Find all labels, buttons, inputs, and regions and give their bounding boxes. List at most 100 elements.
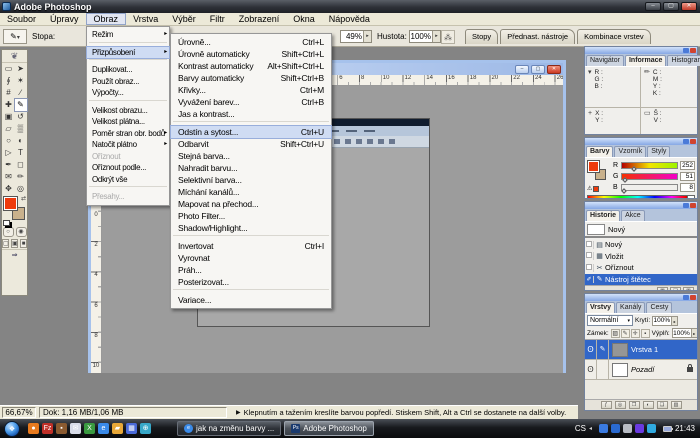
lock-toggle-icon[interactable]: ▨	[611, 329, 620, 338]
tool-button[interactable]: ✥	[3, 183, 15, 195]
menubar-item[interactable]: Nápověda	[322, 13, 377, 25]
maximize-button[interactable]: ▢	[663, 2, 679, 11]
start-button[interactable]: ❖	[4, 421, 20, 437]
tray-icon[interactable]	[635, 424, 644, 433]
palette-titlebar[interactable]	[585, 202, 697, 209]
menubar-item[interactable]: Okna	[286, 13, 322, 25]
lock-toggle-icon[interactable]: ✛	[631, 329, 640, 338]
submenu-item[interactable]: Stejná barva...	[171, 150, 331, 162]
doc-minimize-button[interactable]: –	[515, 65, 529, 74]
palette-tab[interactable]: Akce	[621, 210, 645, 221]
tool-button[interactable]: ▱	[3, 123, 15, 135]
palette-minimize-button[interactable]	[683, 48, 689, 53]
history-step[interactable]: ✐ ✎ Nástroj štětec	[585, 274, 697, 286]
tool-button[interactable]: ✎	[15, 99, 27, 111]
channel-slider[interactable]	[621, 184, 678, 191]
new-doc-from-state-button[interactable]: ▣	[657, 287, 668, 290]
white-chip[interactable]	[687, 196, 694, 198]
submenu-item[interactable]: Odstín a sytost...Ctrl+U	[171, 126, 331, 138]
quick-launch-icon[interactable]: ▦	[126, 423, 137, 434]
spinner-arrow-icon[interactable]: ▸	[363, 31, 371, 42]
menu-item[interactable]: Režim▸	[87, 29, 169, 41]
fill-input[interactable]: 100%▸	[672, 328, 697, 338]
submenu-item[interactable]: OdbarvitShift+Ctrl+U	[171, 138, 331, 150]
tool-button[interactable]: ✚	[3, 99, 15, 111]
menubar-item[interactable]: Zobrazení	[232, 13, 287, 25]
layer-edit-well[interactable]	[597, 360, 609, 379]
menubar-item[interactable]: Výběr	[165, 13, 203, 25]
tool-button[interactable]: ◎	[15, 183, 27, 195]
delete-layer-button[interactable]: ▥	[671, 401, 682, 409]
submenu-item[interactable]: Shadow/Highlight...	[171, 222, 331, 234]
taskbar-task-button[interactable]: Ps Adobe Photoshop	[284, 421, 374, 436]
submenu-item[interactable]: Jas a kontrast...	[171, 108, 331, 120]
layer-thumbnail[interactable]	[612, 363, 628, 377]
palette-tab[interactable]: Kanály	[616, 302, 645, 313]
submenu-item[interactable]: Úrovně...Ctrl+L	[171, 36, 331, 48]
new-layer-button[interactable]: ❏	[657, 401, 668, 409]
spinner-arrow-icon[interactable]: ▸	[432, 31, 440, 42]
menubar-item[interactable]: Filtr	[203, 13, 232, 25]
doc-close-button[interactable]: ✕	[547, 65, 561, 74]
menu-item[interactable]: Přizpůsobení▸	[87, 47, 169, 59]
doc-restore-button[interactable]: ▢	[531, 65, 545, 74]
visibility-eye-icon[interactable]: ʘ	[585, 360, 597, 379]
quick-launch-icon[interactable]: Fz	[42, 423, 53, 434]
opacity-input[interactable]: 100%▸	[652, 316, 678, 326]
menu-item[interactable]: ▸	[89, 59, 167, 62]
layer-mask-button[interactable]: ◎	[615, 401, 626, 409]
menu-item[interactable]: Oříznout▸	[87, 151, 169, 163]
tool-preset-picker[interactable]: ✎▾	[3, 29, 27, 44]
submenu-item[interactable]: Křivky...Ctrl+M	[171, 84, 331, 96]
foreground-color-swatch[interactable]	[4, 197, 17, 210]
hustota-input[interactable]: 100%▸	[409, 30, 441, 43]
color-spectrum-ramp[interactable]	[587, 195, 695, 198]
history-step[interactable]: ✂ Oříznout	[585, 262, 697, 274]
tool-button[interactable]: ◐	[15, 135, 27, 147]
blend-mode-select[interactable]: Normální▾	[587, 315, 633, 326]
menubar-item[interactable]: Obraz	[86, 13, 127, 25]
submenu-item[interactable]	[173, 121, 329, 124]
quick-launch-icon[interactable]: X	[84, 423, 95, 434]
tool-button[interactable]: ▒	[15, 123, 27, 135]
quick-launch-icon[interactable]: ⊕	[140, 423, 151, 434]
slider-knob[interactable]	[621, 188, 627, 194]
airbrush-toggle-icon[interactable]: ⁂	[441, 30, 455, 44]
palette-minimize-button[interactable]	[683, 203, 689, 208]
default-colors-icon[interactable]	[3, 220, 10, 226]
submenu-item[interactable]: Nahradit barvu...	[171, 162, 331, 174]
quick-launch-icon[interactable]: ▰	[112, 423, 123, 434]
palette-minimize-button[interactable]	[683, 139, 689, 144]
menu-item[interactable]: Výpočty...▸	[87, 87, 169, 99]
menubar-item[interactable]: Vrstva	[126, 13, 165, 25]
palette-close-button[interactable]	[690, 295, 696, 300]
quick-launch-icon[interactable]: ✉	[70, 423, 81, 434]
quick-launch-icon[interactable]: ●	[28, 423, 39, 434]
menu-item[interactable]: Oříznout podle...▸	[87, 162, 169, 174]
history-step[interactable]: ▤ Nový	[585, 239, 697, 251]
layer-row[interactable]: ʘ ✎ Vrstva 1	[585, 340, 697, 360]
tray-icon[interactable]	[611, 424, 620, 433]
battery-icon[interactable]	[663, 426, 672, 432]
menu-item[interactable]: Duplikovat...▸	[87, 64, 169, 76]
tray-icon[interactable]	[623, 424, 632, 433]
visibility-eye-icon[interactable]: ʘ	[585, 340, 597, 359]
tool-button[interactable]: T	[15, 147, 27, 159]
layer-row[interactable]: ʘ Pozadí	[585, 360, 697, 380]
layer-thumbnail[interactable]	[612, 343, 628, 357]
tool-button[interactable]: ▣	[3, 111, 15, 123]
submenu-item[interactable]: Míchání kanálů...	[171, 186, 331, 198]
submenu-item[interactable]: Barvy automatickyShift+Ctrl+B	[171, 72, 331, 84]
kryti-input[interactable]: 49%▸	[340, 30, 372, 43]
adjustment-layer-button[interactable]: ◐	[643, 401, 654, 409]
tool-button[interactable]: ✒	[3, 159, 15, 171]
minimize-button[interactable]: –	[645, 2, 661, 11]
swap-colors-icon[interactable]: ⇄	[21, 195, 26, 202]
menu-item[interactable]: ▸	[89, 186, 167, 189]
palette-tab[interactable]: Vrstvy	[586, 302, 615, 313]
palette-tab[interactable]: Cesty	[646, 302, 672, 313]
tool-button[interactable]: ✶	[15, 75, 27, 87]
zoom-level-input[interactable]: 66,67%	[2, 407, 36, 418]
submenu-item[interactable]: Variace...	[171, 294, 331, 306]
palette-close-button[interactable]	[690, 203, 696, 208]
